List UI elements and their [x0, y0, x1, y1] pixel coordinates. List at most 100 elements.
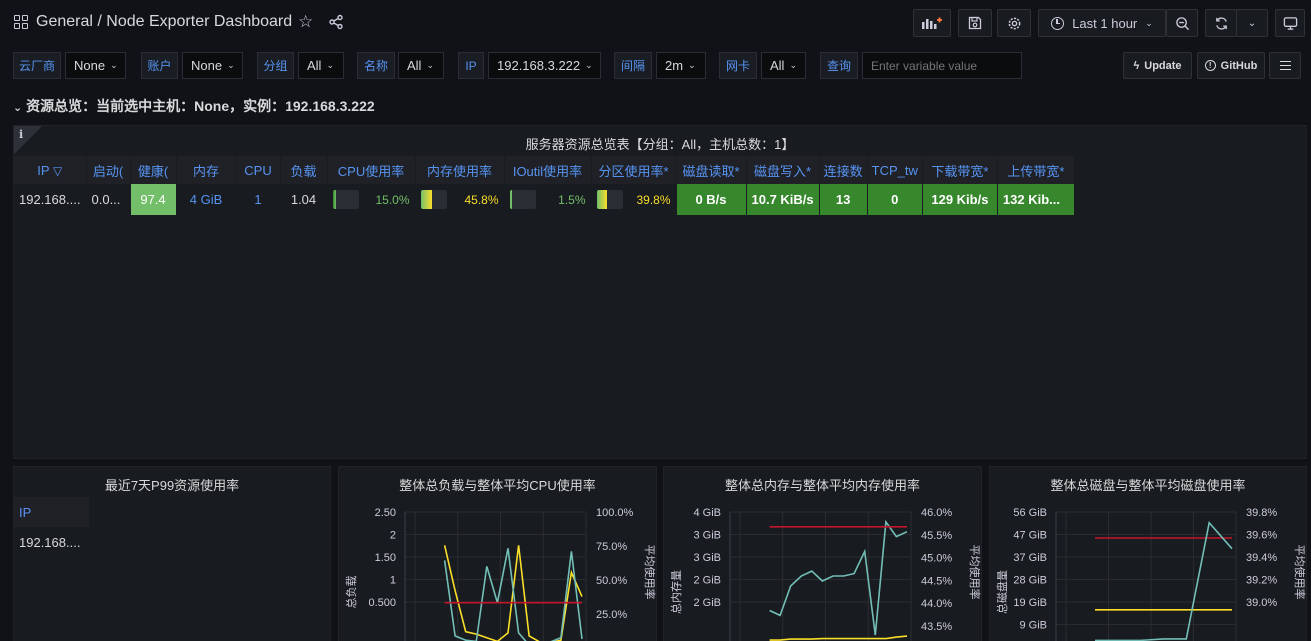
time-range-picker[interactable]: Last 1 hour ⌄: [1038, 9, 1166, 37]
table-row[interactable]: 192.168....: [14, 527, 89, 557]
var-value: None: [191, 58, 223, 73]
y-tick-label: 19 GiB: [1013, 597, 1047, 609]
var-select-account[interactable]: None ⌄: [182, 52, 243, 79]
disk-chart-panel: 整体总磁盘与整体平均磁盘使用率 56 GiB 47 GiB 37 GiB 28 GiB…: [989, 466, 1307, 641]
panel-title[interactable]: 服务器资源总览表【分组：All，主机总数：1】: [14, 134, 1306, 153]
star-icon[interactable]: ☆: [298, 13, 313, 31]
breadcrumb[interactable]: General / Node Exporter Dashboard: [36, 13, 292, 31]
settings-button[interactable]: [997, 9, 1031, 37]
y-right-tick-label: 39.0%: [1246, 597, 1277, 609]
y-tick-label: 4 GiB: [693, 507, 721, 519]
tv-mode-button[interactable]: [1275, 9, 1305, 37]
row-title-text: 资源总览：当前选中主机：None，实例：192.168.3.222: [26, 98, 375, 114]
y-tick-label: 28 GiB: [1013, 575, 1047, 587]
var-label-ip: IP: [458, 52, 484, 79]
save-dashboard-button[interactable]: [958, 9, 992, 37]
chevron-down-icon: ⌄: [688, 60, 696, 70]
var-value: All: [770, 58, 785, 73]
column-header[interactable]: 上传带宽*: [997, 156, 1075, 184]
add-panel-button[interactable]: [913, 9, 951, 37]
cell-ip[interactable]: 192.168....: [14, 184, 87, 215]
overview-table: IP ▽ 启动( 健康( 内存 CPU 负载 CPU使用率 内存使用率 IOut…: [14, 156, 1075, 215]
cell-connections: 13: [819, 184, 868, 215]
y-right-tick-label: 44.0%: [921, 598, 952, 610]
cell-upload: 132 Kib...: [997, 184, 1075, 215]
y-right-tick-label: 44.5%: [921, 575, 952, 587]
column-header[interactable]: 磁盘读取*: [676, 156, 747, 184]
github-label: GitHub: [1220, 59, 1258, 72]
var-select-name[interactable]: All ⌄: [398, 52, 444, 79]
chevron-down-icon: ⌄: [1145, 17, 1153, 28]
column-header[interactable]: 启动(: [86, 156, 131, 184]
filter-icon[interactable]: ▽: [53, 164, 62, 178]
column-header-ip[interactable]: IP: [14, 497, 89, 527]
column-header[interactable]: 内存使用率: [415, 156, 505, 184]
column-header[interactable]: 分区使用率*: [591, 156, 677, 184]
bolt-icon: ϟ: [1133, 59, 1140, 72]
y-axis-title: 总内存量: [669, 570, 683, 614]
links-menu-button[interactable]: [1269, 52, 1301, 79]
column-header[interactable]: 健康(: [130, 156, 177, 184]
y-tick-label: 47 GiB: [1013, 530, 1047, 542]
var-label-group: 分组: [257, 52, 294, 79]
var-value: All: [307, 58, 322, 73]
var-value: 192.168.3.222: [497, 58, 581, 73]
cell-uptime: 0.0...: [86, 184, 131, 215]
var-select-group[interactable]: All ⌄: [298, 52, 344, 79]
y-right-tick-label: 45.0%: [921, 553, 952, 565]
y-right-tick-label: 39.6%: [1246, 530, 1277, 542]
cell-load: 1.04: [280, 184, 328, 215]
partition-bar: [596, 190, 607, 209]
chevron-down-icon: ⌄: [326, 60, 334, 70]
disk-chart[interactable]: 56 GiB 47 GiB 37 GiB 28 GiB 19 GiB 9 GiB 39.8%…: [990, 467, 1308, 641]
panel-title[interactable]: 最近7天P99资源使用率: [14, 475, 330, 494]
chevron-down-icon: ⌄: [426, 60, 434, 70]
info-circle-icon: !: [1204, 60, 1216, 71]
y-right-tick-label: 39.8%: [1246, 507, 1277, 519]
y-right-axis-title: 平均使用率: [1293, 545, 1307, 600]
y-right-axis-title: 平均使用率: [643, 545, 657, 600]
load-cpu-chart[interactable]: 2.50 2 1.50 1 0.500 100.0% 75.0% 50.0% 25.0% 总负载 平…: [339, 467, 658, 641]
refresh-button[interactable]: [1205, 9, 1237, 37]
column-header[interactable]: 连接数: [819, 156, 868, 184]
row-header[interactable]: ⌄ 资源总览：当前选中主机：None，实例：192.168.3.222: [13, 96, 375, 116]
cell-download: 129 Kib/s: [922, 184, 998, 215]
column-header-ip[interactable]: IP ▽: [14, 156, 87, 184]
table-row[interactable]: 192.168.... 0.0... 97.4 4 GiB 1 1.04 15.…: [14, 184, 1075, 215]
column-header[interactable]: 负载: [280, 156, 328, 184]
var-select-cloud[interactable]: None ⌄: [65, 52, 126, 79]
var-select-ip[interactable]: 192.168.3.222 ⌄: [488, 52, 601, 79]
cell-cpu: 1: [236, 184, 281, 215]
column-header[interactable]: IOutil使用率: [504, 156, 592, 184]
column-header[interactable]: CPU: [236, 156, 281, 184]
zoom-out-button[interactable]: [1166, 9, 1198, 37]
column-header[interactable]: TCP_tw: [867, 156, 923, 184]
column-header[interactable]: 磁盘写入*: [746, 156, 820, 184]
query-input[interactable]: [862, 52, 1022, 79]
apps-icon[interactable]: [14, 15, 28, 29]
cell-cpu-usage: 15.0%: [327, 184, 416, 215]
clock-icon: [1051, 16, 1065, 30]
var-value: 2m: [665, 58, 684, 73]
var-select-nic[interactable]: All ⌄: [761, 52, 806, 79]
column-header[interactable]: CPU使用率: [327, 156, 416, 184]
y-tick-label: 1: [390, 575, 396, 587]
cell-ip[interactable]: 192.168....: [14, 527, 89, 557]
y-axis-title: 总磁盘量: [995, 570, 1009, 614]
add-panel-icon: [922, 17, 942, 29]
refresh-interval-dropdown[interactable]: ⌄: [1236, 9, 1268, 37]
var-select-interval[interactable]: 2m ⌄: [656, 52, 706, 79]
cpu-usage-bar: [332, 190, 337, 209]
series-line-0: [769, 519, 908, 636]
memory-chart[interactable]: 4 GiB 3 GiB 3 GiB 2 GiB 2 GiB 46.0% 45.5% 45.0%…: [664, 467, 983, 641]
y-right-tick-label: 100.0%: [596, 507, 634, 519]
update-link-button[interactable]: ϟ Update: [1123, 52, 1192, 79]
column-header[interactable]: 内存: [176, 156, 237, 184]
p99-panel: 最近7天P99资源使用率 IP 192.168....: [13, 466, 331, 641]
column-header[interactable]: 下载带宽*: [922, 156, 998, 184]
var-label-name: 名称: [357, 52, 395, 79]
share-icon[interactable]: [328, 14, 344, 30]
series-line-2: [1095, 520, 1233, 641]
github-link-button[interactable]: ! GitHub: [1197, 52, 1265, 79]
y-right-tick-label: 39.2%: [1246, 575, 1277, 587]
